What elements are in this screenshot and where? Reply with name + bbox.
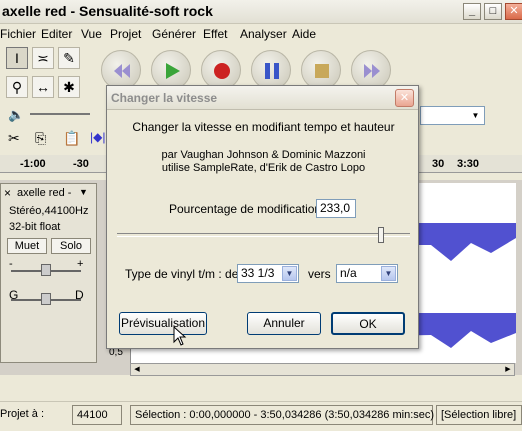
- menu-vue[interactable]: Vue: [81, 27, 102, 41]
- solo-button[interactable]: Solo: [51, 238, 91, 254]
- record-button[interactable]: [201, 50, 241, 90]
- percent-input[interactable]: 233,0: [316, 199, 356, 218]
- vinyl-to-value: n/a: [340, 266, 357, 280]
- dialog-credit-line-2: utilise SampleRate, d'Erik de Castro Lop…: [161, 162, 366, 174]
- pause-button[interactable]: [251, 50, 291, 90]
- speaker-icon: 🔈: [8, 107, 25, 122]
- dialog-title-bar: Changer la vitesse ✕: [107, 86, 418, 110]
- timeshift-tool-icon[interactable]: ↔: [32, 76, 54, 98]
- chevron-down-icon[interactable]: ▼: [282, 266, 297, 281]
- draw-tool-icon[interactable]: ✎: [58, 47, 80, 69]
- speed-slider-track[interactable]: [117, 233, 410, 237]
- chevron-down-icon: ▼: [471, 111, 480, 120]
- envelope-tool-icon[interactable]: ≍: [32, 47, 54, 69]
- track-name[interactable]: axelle red -: [17, 187, 71, 199]
- gain-plus: +: [77, 258, 84, 270]
- zoom-tool-icon[interactable]: ⚲: [6, 76, 28, 98]
- menu-fichier[interactable]: Fichier: [0, 27, 36, 41]
- percent-label: Pourcentage de modification :: [169, 202, 328, 216]
- multi-tool-icon[interactable]: ✱: [58, 76, 80, 98]
- track-bits: 32-bit float: [9, 221, 61, 233]
- horizontal-scrollbar[interactable]: ◀ ▶: [130, 363, 515, 376]
- ruler-tick: -30: [73, 158, 89, 170]
- gain-slider-thumb[interactable]: [41, 264, 51, 276]
- volume-slider[interactable]: [30, 113, 90, 115]
- skip-end-icon: [364, 64, 380, 78]
- trim-icon[interactable]: |◆|: [90, 130, 105, 144]
- ok-button[interactable]: OK: [331, 312, 405, 335]
- record-icon: [214, 63, 230, 79]
- project-rate-field[interactable]: 44100: [72, 405, 122, 425]
- window-title-bar: axelle red - Sensualité-soft rock _ □ ✕: [0, 0, 522, 24]
- vinyl-label: Type de vinyl t/m : de: [125, 267, 239, 281]
- selection-mode: [Sélection libre]: [436, 405, 522, 425]
- track-control-panel: × axelle red - ▼ Stéréo,44100Hz 32-bit f…: [0, 183, 97, 363]
- status-bar: Projet à : 44100 Sélection : 0:00,000000…: [0, 401, 522, 431]
- preview-button[interactable]: Prévisualisation: [119, 312, 207, 335]
- paste-icon[interactable]: 📋: [63, 130, 80, 147]
- menu-analyser[interactable]: Analyser: [240, 27, 287, 41]
- dialog-title: Changer la vitesse: [111, 91, 218, 105]
- menu-editer[interactable]: Editer: [41, 27, 72, 41]
- cancel-button[interactable]: Annuler: [247, 312, 321, 335]
- cut-icon[interactable]: ✂: [8, 130, 20, 147]
- pan-slider-thumb[interactable]: [41, 293, 51, 305]
- menu-effet[interactable]: Effet: [203, 27, 227, 41]
- change-speed-dialog: Changer la vitesse ✕ Changer la vitesse …: [106, 85, 419, 349]
- skip-end-button[interactable]: [351, 50, 391, 90]
- gain-minus: -: [9, 258, 13, 270]
- menu-bar: Fichier Editer Vue Projet Générer Effet …: [0, 25, 522, 43]
- pause-icon: [265, 63, 279, 79]
- close-button[interactable]: ✕: [505, 3, 522, 20]
- track-close-icon[interactable]: ×: [4, 186, 11, 200]
- track-menu-icon[interactable]: ▼: [79, 187, 88, 197]
- stop-button[interactable]: [301, 50, 341, 90]
- menu-aide[interactable]: Aide: [292, 27, 316, 41]
- dialog-close-button[interactable]: ✕: [395, 89, 414, 107]
- vinyl-from-select[interactable]: 33 1/3 ▼: [237, 264, 299, 283]
- dialog-credit-line-1: par Vaughan Johnson & Dominic Mazzoni: [161, 149, 366, 161]
- play-button[interactable]: [151, 50, 191, 90]
- scroll-right-icon[interactable]: ▶: [502, 364, 514, 375]
- vinyl-from-value: 33 1/3: [241, 266, 275, 280]
- project-rate-label: Projet à :: [0, 408, 45, 420]
- play-icon: [166, 63, 180, 79]
- menu-projet[interactable]: Projet: [110, 27, 141, 41]
- track-format: Stéréo,44100Hz: [9, 205, 89, 217]
- minimize-button[interactable]: _: [463, 3, 481, 20]
- copy-icon[interactable]: ⎘: [35, 130, 46, 147]
- dialog-heading: Changer la vitesse en modifiant tempo et…: [132, 120, 395, 134]
- skip-start-icon: [114, 64, 130, 78]
- window-title: axelle red - Sensualité-soft rock: [2, 3, 213, 19]
- ruler-tick: -1:00: [20, 158, 46, 170]
- ruler-tick: 3:30: [457, 158, 480, 170]
- device-select[interactable]: ▼: [420, 106, 485, 125]
- mouse-cursor-icon: [173, 326, 187, 346]
- speed-slider-thumb[interactable]: [377, 227, 384, 243]
- mute-button[interactable]: Muet: [7, 238, 47, 254]
- selection-status: Sélection : 0:00,000000 - 3:50,034286 (3…: [130, 405, 434, 425]
- vinyl-to-label: vers: [308, 267, 331, 281]
- selection-tool-icon[interactable]: I: [6, 47, 28, 69]
- maximize-button[interactable]: □: [484, 3, 502, 20]
- vinyl-to-select[interactable]: n/a ▼: [336, 264, 398, 283]
- stop-icon: [315, 64, 329, 78]
- ruler-tick: 30: [432, 158, 445, 170]
- scroll-left-icon[interactable]: ◀: [131, 364, 143, 375]
- menu-generer[interactable]: Générer: [152, 27, 196, 41]
- skip-start-button[interactable]: [101, 50, 141, 90]
- chevron-down-icon[interactable]: ▼: [381, 266, 396, 281]
